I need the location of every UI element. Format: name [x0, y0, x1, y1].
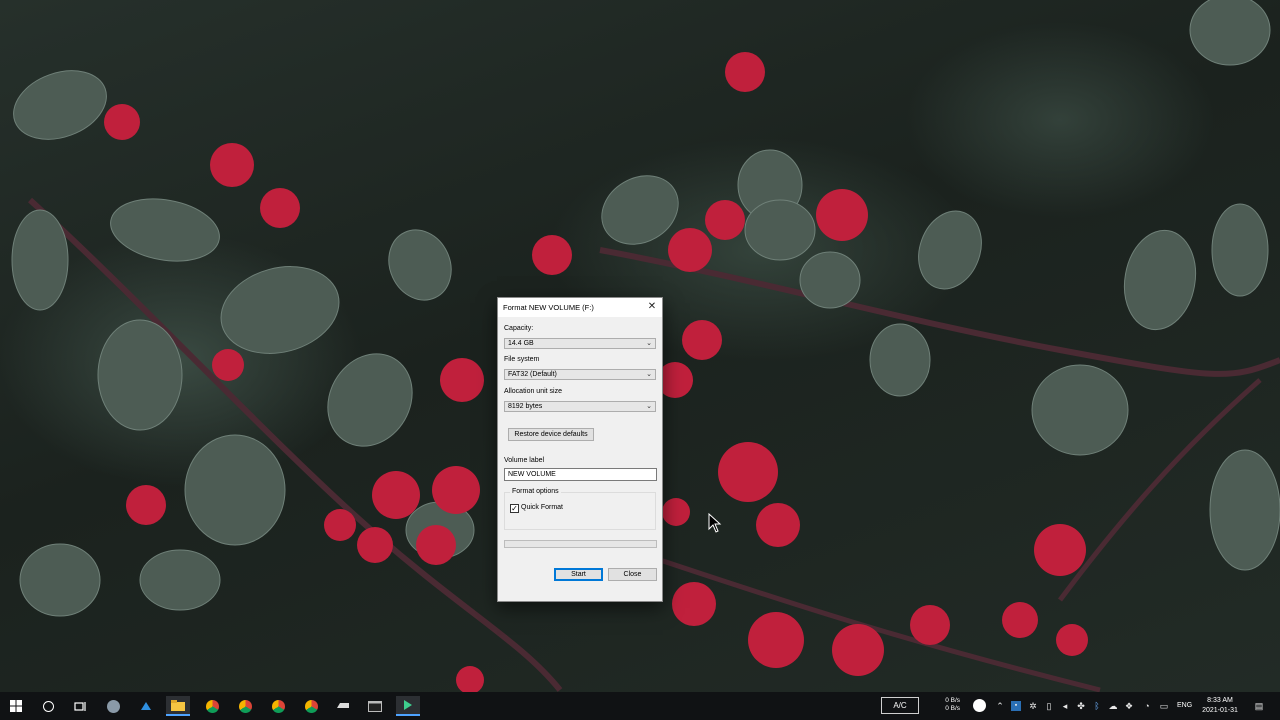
app-tray-icon[interactable]: ▪: [1011, 701, 1021, 711]
security-shield-icon[interactable]: [101, 696, 125, 716]
restore-defaults-button[interactable]: Restore device defaults: [508, 428, 594, 441]
night-mode-icon[interactable]: [973, 699, 987, 713]
media-creation-tool-icon[interactable]: [396, 696, 420, 716]
volume-label-field[interactable]: [504, 468, 657, 481]
allocation-label: Allocation unit size: [504, 388, 562, 395]
dropbox-icon[interactable]: ❖: [1124, 701, 1134, 711]
dialog-title: Format NEW VOLUME (F:): [503, 303, 594, 312]
keyboard-icon[interactable]: ▭: [1157, 701, 1171, 711]
terminal-icon[interactable]: [363, 696, 387, 716]
format-dialog: Format NEW VOLUME (F:) ✕ Capacity: 14.4 …: [497, 297, 663, 602]
power-mode-badge[interactable]: A/C: [881, 697, 919, 714]
chevron-up-icon[interactable]: ⌃: [995, 701, 1005, 711]
chrome-icon[interactable]: [299, 696, 323, 716]
net-up-speed: 0 B/s: [945, 697, 960, 704]
close-button[interactable]: Close: [608, 568, 657, 581]
bluetooth-icon[interactable]: ᛒ: [1092, 701, 1102, 711]
language-indicator[interactable]: ENG: [1177, 702, 1192, 709]
start-button[interactable]: Start: [554, 568, 603, 581]
allocation-select[interactable]: 8192 bytes ⌄: [504, 401, 656, 412]
volume-label-label: Volume label: [504, 457, 545, 464]
onedrive-icon[interactable]: ✤: [1076, 701, 1086, 711]
network-speed: 0 B/s 0 B/s: [940, 697, 960, 713]
format-options-group: Format options ✓ Quick Format: [504, 488, 656, 530]
capacity-select[interactable]: 14.4 GB ⌄: [504, 338, 656, 349]
taskbar: A/C 0 B/s 0 B/s ⌃ ▪ ✲ ▯ ◂ ✤ ᛒ ☁ ❖ ◔ ▭ EN…: [0, 692, 1280, 720]
net-down-speed: 0 B/s: [945, 705, 960, 712]
chrome-icon[interactable]: [266, 696, 290, 716]
file-system-label: File system: [504, 356, 540, 363]
allocation-value: 8192 bytes: [508, 403, 543, 410]
windows-start-icon[interactable]: [4, 696, 28, 716]
wifi-icon[interactable]: ◔: [1142, 701, 1152, 711]
notifications-icon[interactable]: ▤: [1253, 701, 1265, 711]
quick-format-label[interactable]: Quick Format: [521, 504, 563, 511]
chevron-down-icon: ⌄: [646, 371, 652, 378]
file-system-value: FAT32 (Default): [508, 371, 557, 378]
settings-gear-icon[interactable]: ✲: [1028, 701, 1038, 711]
dialog-titlebar[interactable]: Format NEW VOLUME (F:) ✕: [498, 298, 662, 317]
mouse-cursor-icon: [708, 513, 722, 533]
capacity-label: Capacity:: [504, 325, 534, 332]
format-options-legend: Format options: [510, 488, 561, 495]
chrome-icon[interactable]: [233, 696, 257, 716]
close-icon[interactable]: ✕: [645, 300, 659, 314]
chevron-down-icon: ⌄: [646, 403, 652, 410]
chevron-down-icon: ⌄: [646, 340, 652, 347]
task-view-icon[interactable]: [68, 696, 92, 716]
quick-format-checkbox[interactable]: ✓: [510, 504, 519, 513]
volume-icon[interactable]: ◂: [1060, 701, 1070, 711]
system-clock[interactable]: 8:33 AM 2021-01-31: [1196, 696, 1244, 716]
format-progress-bar: [504, 540, 657, 548]
clock-time: 8:33 AM: [1207, 697, 1233, 704]
file-explorer-icon[interactable]: [166, 696, 190, 716]
network-app-icon[interactable]: [134, 696, 158, 716]
capacity-value: 14.4 GB: [508, 340, 534, 347]
cloud-icon[interactable]: ☁: [1108, 701, 1118, 711]
usb-drive-icon[interactable]: ▯: [1044, 701, 1054, 711]
chrome-icon[interactable]: [200, 696, 224, 716]
clock-date: 2021-01-31: [1202, 707, 1238, 714]
file-system-select[interactable]: FAT32 (Default) ⌄: [504, 369, 656, 380]
drive-icon[interactable]: [331, 696, 355, 716]
cortana-search-icon[interactable]: [36, 696, 60, 716]
volume-label-input[interactable]: [505, 469, 653, 480]
